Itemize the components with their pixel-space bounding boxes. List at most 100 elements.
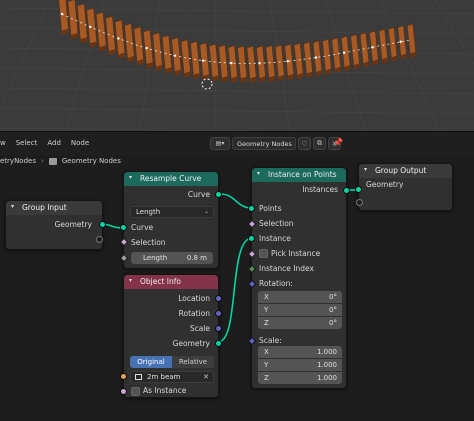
node-canvas[interactable]: ▾ Group Input Geometry ▾ Resample Curve … — [0, 163, 474, 421]
instance-on-points-header[interactable]: ▾ Instance on Points — [252, 168, 346, 182]
resample-curve-title: Resample Curve — [140, 174, 202, 183]
rotation-y-field[interactable]: Y 0° — [258, 304, 342, 316]
resample-curve-header[interactable]: ▾ Resample Curve — [124, 172, 218, 186]
duplicate-icon[interactable]: ⧉ — [313, 137, 326, 150]
rotation-output-label: Rotation — [178, 309, 210, 318]
collapse-chevron-icon[interactable]: ▾ — [129, 174, 132, 181]
empty-input-socket[interactable] — [356, 199, 363, 206]
geometry-input-socket[interactable] — [355, 186, 362, 193]
beam-instance — [58, 0, 69, 35]
resample-mode-dropdown[interactable]: Length ⌄ — [130, 206, 214, 218]
group-output-node[interactable]: ▾ Group Output Geometry — [355, 163, 453, 211]
group-output-header[interactable]: ▾ Group Output — [359, 164, 452, 178]
pin-icon[interactable]: 📌 — [333, 138, 343, 147]
beam-instance — [293, 42, 304, 80]
location-output-socket[interactable] — [215, 295, 222, 302]
node-tree-type-button[interactable]: ▤▾ — [210, 137, 230, 150]
instance-on-points-title: Instance on Points — [268, 170, 337, 179]
viewport-scene — [0, 0, 474, 131]
beam-instance — [208, 43, 219, 82]
instances-output-socket[interactable] — [343, 187, 350, 194]
beam-instance — [359, 32, 370, 68]
scale-input-socket[interactable] — [247, 336, 257, 346]
header-menu: w Select Add Node — [0, 139, 89, 147]
clear-object-icon[interactable]: ✕ — [203, 372, 209, 382]
beam-instance — [265, 45, 276, 83]
breadcrumb-object: etryNodes — [0, 157, 36, 165]
object-picker-field[interactable]: 2m beam ✕ — [130, 371, 214, 383]
resample-selection-label: Selection — [131, 238, 166, 247]
breadcrumb-tree: Geometry Nodes — [61, 157, 121, 165]
beam-instance — [322, 38, 332, 75]
beam-instance — [114, 19, 126, 59]
length-field-label: Length — [143, 254, 168, 262]
curve-input-socket[interactable] — [120, 224, 127, 231]
beam-instance — [218, 44, 229, 83]
beam-instance — [237, 45, 248, 83]
instance-input-socket[interactable] — [248, 235, 255, 242]
relative-option[interactable]: Relative — [172, 356, 214, 368]
beam-instance — [369, 30, 379, 66]
group-input-header[interactable]: ▾ Group Input — [6, 201, 102, 215]
breadcrumb: etryNodes › Geometry Nodes — [0, 157, 121, 165]
selection-input-socket[interactable] — [247, 219, 257, 229]
group-input-node[interactable]: ▾ Group Input Geometry — [5, 200, 106, 250]
original-option[interactable]: Original — [130, 356, 172, 368]
pick-instance-socket[interactable] — [247, 249, 257, 259]
beam-instance — [350, 33, 360, 70]
instance-on-points-node[interactable]: ▾ Instance on Points Instances Points Se… — [247, 167, 350, 389]
menu-add[interactable]: Add — [47, 139, 61, 147]
length-field[interactable]: Length 0.8 m — [131, 252, 213, 264]
beam-instance — [312, 40, 323, 77]
scale-x-field[interactable]: X 1.000 — [258, 346, 342, 358]
menu-node[interactable]: Node — [71, 139, 89, 147]
scale-x-value: 1.000 — [316, 348, 337, 356]
beam-instance — [274, 44, 285, 82]
object-input-socket[interactable] — [120, 373, 127, 380]
rotation-output-socket[interactable] — [215, 310, 222, 317]
rotation-input-socket[interactable] — [247, 279, 257, 289]
rotation-x-field[interactable]: X 0° — [258, 291, 342, 303]
curve-output-socket[interactable] — [215, 191, 222, 198]
geometry-output-socket[interactable] — [99, 221, 106, 228]
empty-output-socket[interactable] — [96, 236, 103, 243]
resample-mode-value: Length — [136, 208, 161, 216]
scale-output-socket[interactable] — [215, 325, 222, 332]
node-tree-name-field[interactable]: Geometry Nodes — [232, 137, 296, 150]
location-output-label: Location — [178, 294, 210, 303]
scale-z-field[interactable]: Z 1.000 — [258, 372, 342, 384]
as-instance-input-socket[interactable] — [120, 388, 127, 395]
geometry-output-label: Geometry — [172, 339, 210, 348]
as-instance-checkbox[interactable] — [131, 387, 140, 396]
points-input-socket[interactable] — [248, 205, 255, 212]
collapse-chevron-icon[interactable]: ▾ — [11, 203, 14, 210]
collapse-chevron-icon[interactable]: ▾ — [257, 170, 260, 177]
geometry-output-socket[interactable] — [215, 340, 222, 347]
beam-instance — [124, 23, 135, 63]
length-input-socket[interactable] — [119, 253, 129, 263]
object-info-node[interactable]: ▾ Object Info Location Rotation Scale Ge… — [120, 274, 222, 398]
instance-index-socket[interactable] — [247, 264, 257, 274]
beam-instance — [378, 28, 388, 64]
rotation-y-axis: Y — [264, 306, 269, 314]
resample-curve-node[interactable]: ▾ Resample Curve Curve Length ⌄ Curve Se… — [119, 171, 222, 269]
scale-x-axis: X — [264, 348, 269, 356]
object-icon — [135, 374, 142, 380]
collapse-chevron-icon[interactable]: ▾ — [129, 277, 132, 284]
menu-view[interactable]: w — [0, 139, 6, 147]
link-resample-to-points — [219, 193, 253, 209]
scale-y-field[interactable]: Y 1.000 — [258, 359, 342, 371]
instances-output-label: Instances — [302, 185, 338, 194]
group-output-geometry-label: Geometry — [366, 180, 404, 189]
rotation-z-axis: Z — [264, 319, 269, 327]
3d-viewport[interactable] — [0, 0, 474, 131]
fake-user-shield-icon[interactable]: ♡ — [298, 137, 311, 150]
menu-select[interactable]: Select — [16, 139, 38, 147]
collapse-chevron-icon[interactable]: ▾ — [364, 166, 367, 173]
selection-input-socket[interactable] — [119, 237, 129, 247]
object-info-header[interactable]: ▾ Object Info — [124, 275, 218, 289]
beam-instance — [303, 41, 313, 78]
rotation-z-field[interactable]: Z 0° — [258, 317, 342, 329]
instance-index-label: Instance Index — [259, 264, 314, 273]
pick-instance-checkbox[interactable] — [259, 249, 268, 258]
